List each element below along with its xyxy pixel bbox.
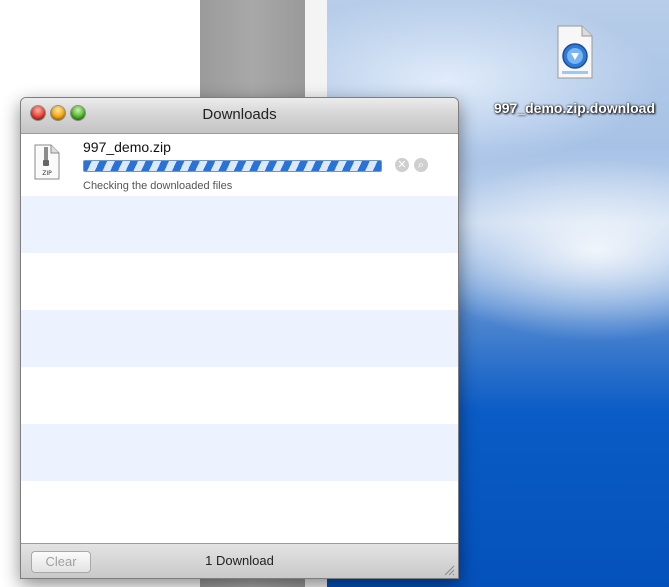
zip-file-icon: ZIP — [34, 144, 60, 180]
zip-type-label: ZIP — [42, 170, 52, 177]
resize-grip-icon[interactable] — [443, 563, 455, 576]
list-row-empty — [21, 196, 458, 253]
download-status: Checking the downloaded files — [83, 180, 233, 192]
downloads-window: Downloads ZIP 997_demo.zip ✕ ⌕ Checking — [20, 97, 459, 579]
window-title: Downloads — [202, 106, 277, 123]
download-count: 1 Download — [205, 553, 274, 568]
list-row-empty — [21, 481, 458, 538]
bottom-bar: Clear 1 Download — [21, 543, 458, 578]
desktop-icon-label: 997_demo.zip.download — [493, 100, 656, 116]
file-name: 997_demo.zip — [83, 139, 171, 155]
title-bar[interactable]: Downloads — [21, 98, 458, 134]
list-row-empty — [21, 367, 458, 424]
list-row-empty — [21, 310, 458, 367]
downloads-list: ZIP 997_demo.zip ✕ ⌕ Checking the downlo… — [21, 134, 458, 543]
download-item[interactable]: ZIP 997_demo.zip ✕ ⌕ Checking the downlo… — [21, 134, 458, 196]
list-row-empty — [21, 424, 458, 481]
magnifier-icon[interactable]: ⌕ — [414, 158, 428, 172]
stop-icon[interactable]: ✕ — [395, 158, 409, 172]
list-row-empty — [21, 253, 458, 310]
download-file-icon[interactable] — [550, 24, 598, 82]
progress-bar — [83, 160, 382, 172]
